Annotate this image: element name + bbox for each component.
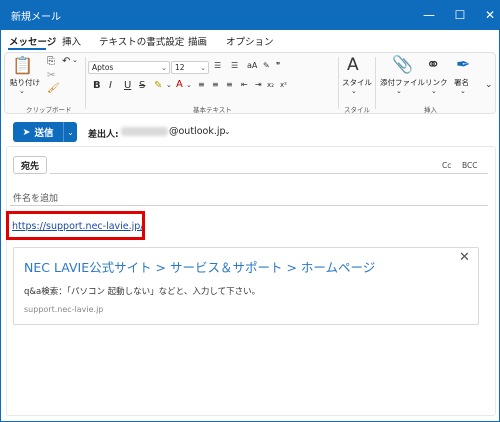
paste-label[interactable]: 貼り付け — [10, 77, 40, 88]
align-center-icon[interactable]: ≡ — [212, 81, 219, 89]
styles-label[interactable]: スタイル — [342, 77, 372, 88]
numbering-icon[interactable]: ☰ — [231, 62, 238, 70]
paste-chevron-icon[interactable]: ⌄ — [19, 88, 25, 95]
change-case-icon[interactable]: aA — [247, 62, 257, 70]
close-window-button[interactable]: ✕ — [475, 4, 500, 26]
subject-input[interactable]: 件名を追加 — [13, 191, 58, 204]
bold-button[interactable]: B — [93, 81, 101, 91]
bullets-icon[interactable]: ☰ — [214, 62, 221, 70]
font-name-value: Aptos — [92, 63, 114, 72]
send-button[interactable]: ➤ 送信 — [13, 122, 63, 142]
preview-domain: support.nec-lavie.jp — [24, 305, 104, 314]
active-tab-indicator — [8, 48, 46, 50]
send-icon: ➤ — [22, 126, 31, 138]
chevron-down-icon: ⌄ — [161, 64, 167, 72]
strikethrough-button[interactable]: S — [139, 81, 145, 91]
format-painter-icon[interactable]: 🖌 — [47, 84, 60, 94]
decrease-indent-icon[interactable]: ⇤ — [241, 81, 248, 89]
font-name-dropdown[interactable]: Aptos ⌄ — [88, 61, 170, 74]
undo-chevron-icon[interactable]: ⌄ — [72, 57, 78, 64]
menu-tabs: メッセージ 挿入 テキストの書式設定 描画 オプション — [0, 30, 500, 50]
from-address[interactable]: @outlook.jp — [169, 126, 226, 137]
font-size-value: 12 — [175, 63, 185, 72]
link-preview-card[interactable]: NEC LAVIE公式サイト > サービス＆サポート > ホームページ q&a検… — [13, 247, 479, 325]
to-button[interactable]: 宛先 — [13, 156, 47, 174]
chevron-down-icon[interactable]: ⌄ — [351, 88, 357, 95]
close-icon[interactable]: ✕ — [459, 250, 470, 265]
subject-underline — [10, 205, 488, 206]
highlight-icon[interactable]: ✎ — [263, 62, 270, 70]
minimize-button[interactable]: — — [414, 4, 444, 26]
chevron-down-icon[interactable]: ⌄ — [460, 88, 466, 95]
chevron-down-icon: ⌄ — [200, 64, 206, 72]
underline-button[interactable]: U — [124, 81, 131, 91]
send-label: 送信 — [34, 128, 54, 139]
align-left-icon[interactable]: ≡ — [198, 81, 205, 89]
tab-insert[interactable]: 挿入 — [62, 34, 81, 48]
preview-description: q&a検索：「パソコン 起動しない」などと、入力して下さい。 — [24, 287, 261, 297]
attach-file-label[interactable]: 添付ファイル — [380, 77, 425, 88]
title-bar: 新規メール — ☐ ✕ — [0, 0, 500, 30]
italic-button[interactable]: I — [109, 81, 112, 91]
chevron-down-icon[interactable]: ⌄ — [224, 127, 231, 136]
undo-icon[interactable]: ↶ — [62, 57, 70, 67]
style-group-label: スタイル — [344, 106, 370, 114]
paperclip-icon[interactable]: 📎 — [392, 57, 413, 74]
highlight-color-icon[interactable]: ✎ — [154, 81, 162, 91]
chevron-down-icon: ⌄ — [67, 127, 74, 137]
paste-icon[interactable]: 📋 — [12, 58, 33, 75]
font-color-icon[interactable]: A — [176, 80, 183, 90]
chevron-down-icon[interactable]: ⌄ — [396, 88, 402, 95]
signature-icon[interactable]: ✒ — [456, 57, 470, 74]
cc-button[interactable]: Cc — [442, 161, 451, 170]
tab-message[interactable]: メッセージ — [9, 34, 56, 48]
ribbon-separator — [375, 57, 376, 109]
link-icon[interactable]: ⚭ — [426, 57, 440, 74]
superscript-button[interactable]: x² — [280, 82, 287, 89]
copy-icon[interactable]: ⎘ — [47, 57, 55, 67]
tab-draw[interactable]: 描画 — [188, 34, 207, 48]
increase-indent-icon[interactable]: ⇥ — [255, 81, 262, 89]
insert-group-label: 挿入 — [424, 106, 437, 114]
highlight-box — [6, 211, 145, 240]
window-title: 新規メール — [11, 12, 61, 23]
to-label: 宛先 — [20, 161, 39, 172]
to-input-underline[interactable] — [50, 173, 488, 174]
bcc-button[interactable]: BCC — [462, 161, 478, 170]
ribbon: 📋 貼り付け ⌄ ⎘ ↶ ⌄ ✂ 🖌 クリップボード Aptos ⌄ 12 ⌄ … — [4, 52, 496, 114]
from-label: 差出人: — [88, 130, 119, 140]
tab-options[interactable]: オプション — [226, 34, 274, 48]
chevron-down-icon[interactable]: ⌄ — [431, 88, 437, 95]
tab-text-format[interactable]: テキストの書式設定 — [99, 34, 184, 48]
clipboard-group-label: クリップボード — [26, 106, 72, 114]
chevron-down-icon[interactable]: ⌄ — [186, 82, 192, 89]
ribbon-separator — [338, 57, 339, 109]
send-options-dropdown[interactable]: ⌄ — [63, 122, 77, 142]
subscript-button[interactable]: x₂ — [267, 82, 274, 89]
styles-icon[interactable]: A — [347, 57, 359, 74]
quote-icon[interactable]: ❞ — [276, 62, 280, 70]
chevron-down-icon[interactable]: ⌄ — [166, 82, 172, 89]
maximize-button[interactable]: ☐ — [445, 4, 475, 26]
cut-icon[interactable]: ✂ — [47, 71, 55, 81]
align-right-icon[interactable]: ≡ — [226, 81, 233, 89]
preview-title[interactable]: NEC LAVIE公式サイト > サービス＆サポート > ホームページ — [24, 257, 375, 276]
ribbon-separator — [85, 57, 86, 109]
basic-text-group-label: 基本テキスト — [193, 106, 232, 114]
font-size-dropdown[interactable]: 12 ⌄ — [171, 61, 209, 74]
from-redacted — [121, 127, 168, 136]
ribbon-expand-icon[interactable]: ⌄ — [485, 81, 493, 90]
